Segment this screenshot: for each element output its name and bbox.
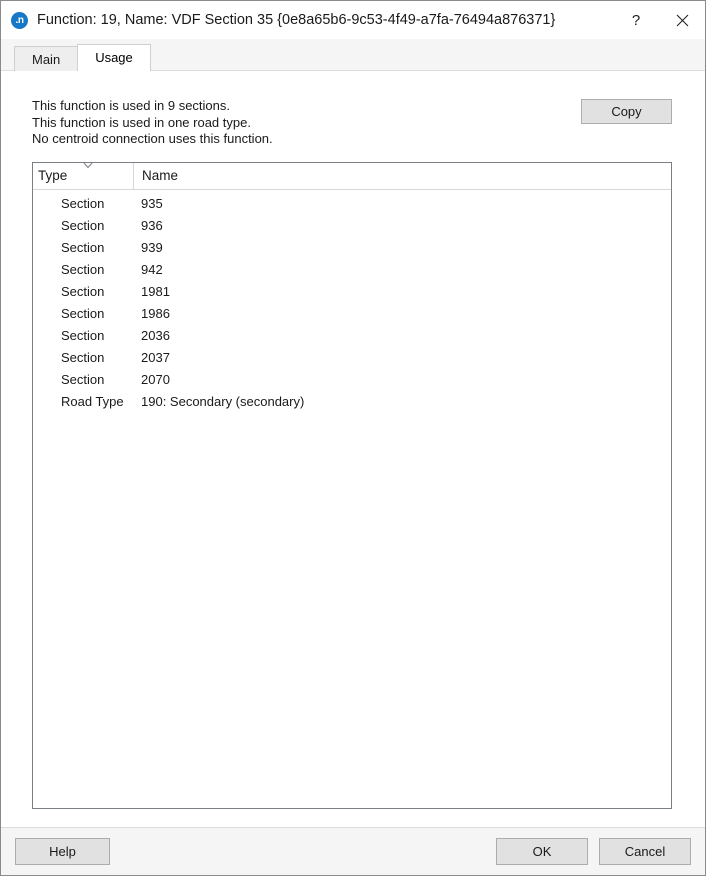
- cell-name: 936: [141, 218, 163, 233]
- usage-line-centroid-connections: No centroid connection uses this functio…: [32, 131, 273, 146]
- cancel-button[interactable]: Cancel: [599, 838, 691, 865]
- usage-line-sections: This function is used in 9 sections.: [32, 98, 230, 113]
- cell-name: 2070: [141, 372, 170, 387]
- cell-type: Section: [61, 262, 105, 277]
- dialog-footer: Help OK Cancel: [1, 827, 705, 875]
- cell-name: 939: [141, 240, 163, 255]
- usage-tab-panel: This function is used in 9 sections. Thi…: [1, 71, 705, 827]
- cell-type: Section: [61, 218, 105, 233]
- table-row[interactable]: Section 2037: [33, 347, 671, 369]
- cell-name: 935: [141, 196, 163, 211]
- close-icon-button[interactable]: [659, 1, 705, 39]
- cell-type: Section: [61, 284, 105, 299]
- ok-button[interactable]: OK: [496, 838, 588, 865]
- title-bar-controls: ?: [613, 1, 705, 39]
- usage-list-rows: Section 935 Section 936 Section 939 Sect…: [33, 190, 671, 413]
- cell-type: Section: [61, 240, 105, 255]
- usage-summary-row: This function is used in 9 sections. Thi…: [1, 71, 705, 148]
- table-row[interactable]: Section 1981: [33, 281, 671, 303]
- table-row[interactable]: Section 935: [33, 193, 671, 215]
- column-header-type-label: Type: [38, 167, 68, 183]
- cell-name: 942: [141, 262, 163, 277]
- column-header-type[interactable]: Type: [33, 162, 133, 189]
- copy-button[interactable]: Copy: [581, 99, 672, 124]
- cell-type: Road Type: [61, 394, 124, 409]
- panel-bottom-spacer: [1, 809, 705, 827]
- title-bar: .n Function: 19, Name: VDF Section 35 {0…: [1, 1, 705, 39]
- cell-type: Section: [61, 196, 105, 211]
- table-row[interactable]: Section 1986: [33, 303, 671, 325]
- usage-summary-text: This function is used in 9 sections. Thi…: [32, 97, 581, 148]
- cell-name: 1986: [141, 306, 170, 321]
- cell-type: Section: [61, 306, 105, 321]
- usage-list-header: Type Name: [33, 162, 671, 190]
- cell-name: 1981: [141, 284, 170, 299]
- cell-name: 2037: [141, 350, 170, 365]
- chevron-down-icon: [81, 162, 95, 169]
- usage-list[interactable]: Type Name Section 935 Section 936 Sectio…: [32, 161, 672, 809]
- table-row[interactable]: Section 2036: [33, 325, 671, 347]
- help-icon-button[interactable]: ?: [613, 1, 659, 39]
- cell-type: Section: [61, 350, 105, 365]
- function-properties-dialog: .n Function: 19, Name: VDF Section 35 {0…: [0, 0, 706, 876]
- tab-usage[interactable]: Usage: [77, 44, 151, 71]
- close-icon: [676, 14, 688, 26]
- column-header-name-label: Name: [142, 167, 179, 183]
- cell-type: Section: [61, 328, 105, 343]
- table-row[interactable]: Section 942: [33, 259, 671, 281]
- tab-main[interactable]: Main: [14, 46, 79, 71]
- table-row[interactable]: Road Type 190: Secondary (secondary): [33, 391, 671, 413]
- usage-line-road-types: This function is used in one road type.: [32, 114, 251, 130]
- app-icon: .n: [11, 11, 28, 29]
- table-row[interactable]: Section 936: [33, 215, 671, 237]
- cell-name: 2036: [141, 328, 170, 343]
- column-header-name[interactable]: Name: [133, 162, 671, 189]
- cell-type: Section: [61, 372, 105, 387]
- cell-name: 190: Secondary (secondary): [141, 394, 305, 409]
- table-row[interactable]: Section 939: [33, 237, 671, 259]
- tab-strip: Main Usage: [1, 39, 705, 71]
- window-title: Function: 19, Name: VDF Section 35 {0e8a…: [37, 12, 556, 28]
- help-button[interactable]: Help: [15, 838, 110, 865]
- table-row[interactable]: Section 2070: [33, 369, 671, 391]
